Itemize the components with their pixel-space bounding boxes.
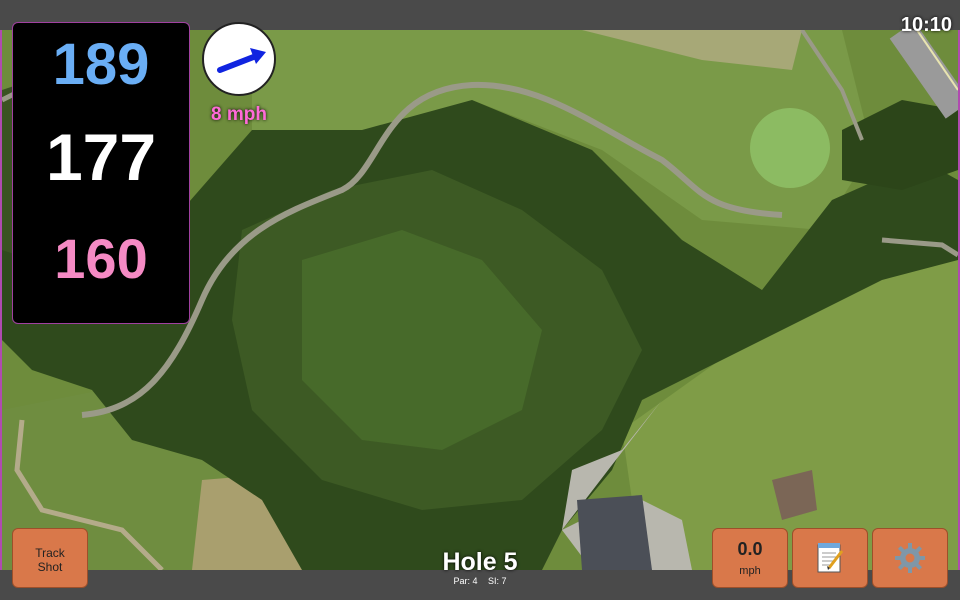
clock-time: 10:10: [900, 14, 952, 36]
wind-arrow-icon: [217, 48, 266, 73]
wind-direction-indicator: [202, 22, 276, 96]
speed-button[interactable]: 0.0 mph: [712, 528, 788, 588]
hole-par: Par: 4: [453, 576, 478, 586]
hole-stroke-index: SI: 7: [488, 576, 507, 586]
wind-speed: 8 mph: [211, 104, 267, 125]
track-shot-label: Track Shot: [35, 546, 65, 574]
track-shot-button[interactable]: Track Shot: [12, 528, 88, 588]
notepad-icon: [817, 543, 844, 573]
hole-title: Hole 5: [442, 548, 518, 576]
hole-meta: Par: 4 SI: 7: [380, 576, 580, 586]
gear-icon: [895, 543, 925, 573]
notes-button[interactable]: [792, 528, 868, 588]
settings-button[interactable]: [872, 528, 948, 588]
speed-unit: mph: [739, 565, 761, 577]
speed-value: 0.0: [737, 539, 763, 559]
distance-panel: 189 177 160: [12, 22, 190, 324]
